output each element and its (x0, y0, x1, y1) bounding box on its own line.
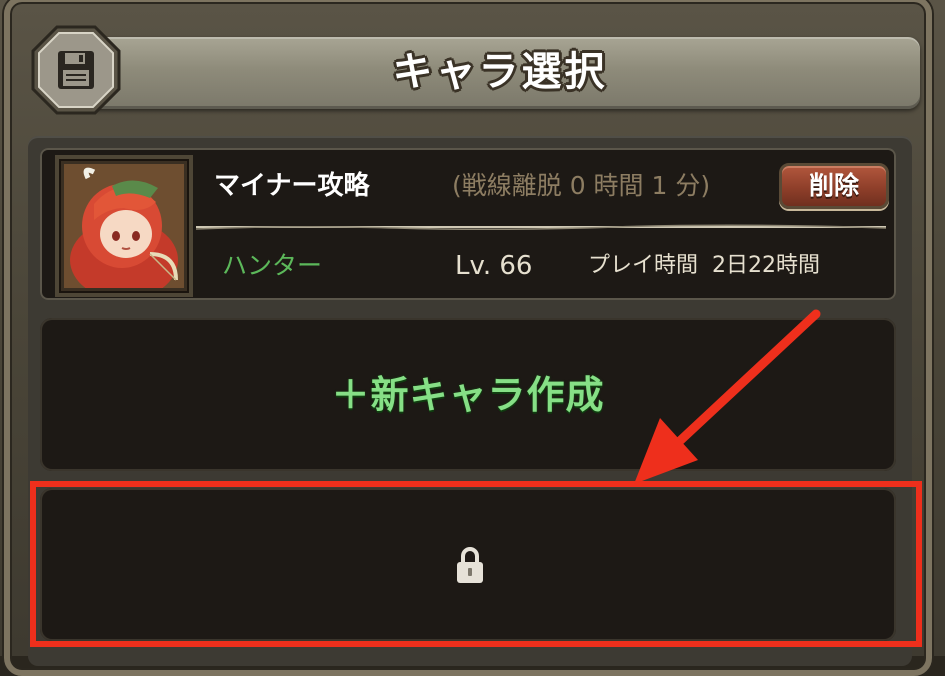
floppy-disk-icon[interactable] (30, 24, 122, 116)
hunter-portrait-image (64, 164, 184, 288)
annotation-highlight-box (30, 481, 922, 647)
offline-status: (戦線離脱 0 時間 1 分) (452, 171, 711, 200)
page-title: キャラ選択 (392, 49, 608, 95)
annotation-arrow-icon (634, 309, 821, 484)
divider (196, 224, 886, 231)
delete-button[interactable]: 削除 (779, 163, 889, 209)
character-name: マイナー攻略 (214, 171, 370, 201)
play-time: プレイ時間 2日22時間 (588, 253, 820, 278)
character-level: Lv. 66 (455, 251, 533, 281)
character-portrait (64, 164, 184, 288)
character-class: ハンター (222, 251, 323, 280)
